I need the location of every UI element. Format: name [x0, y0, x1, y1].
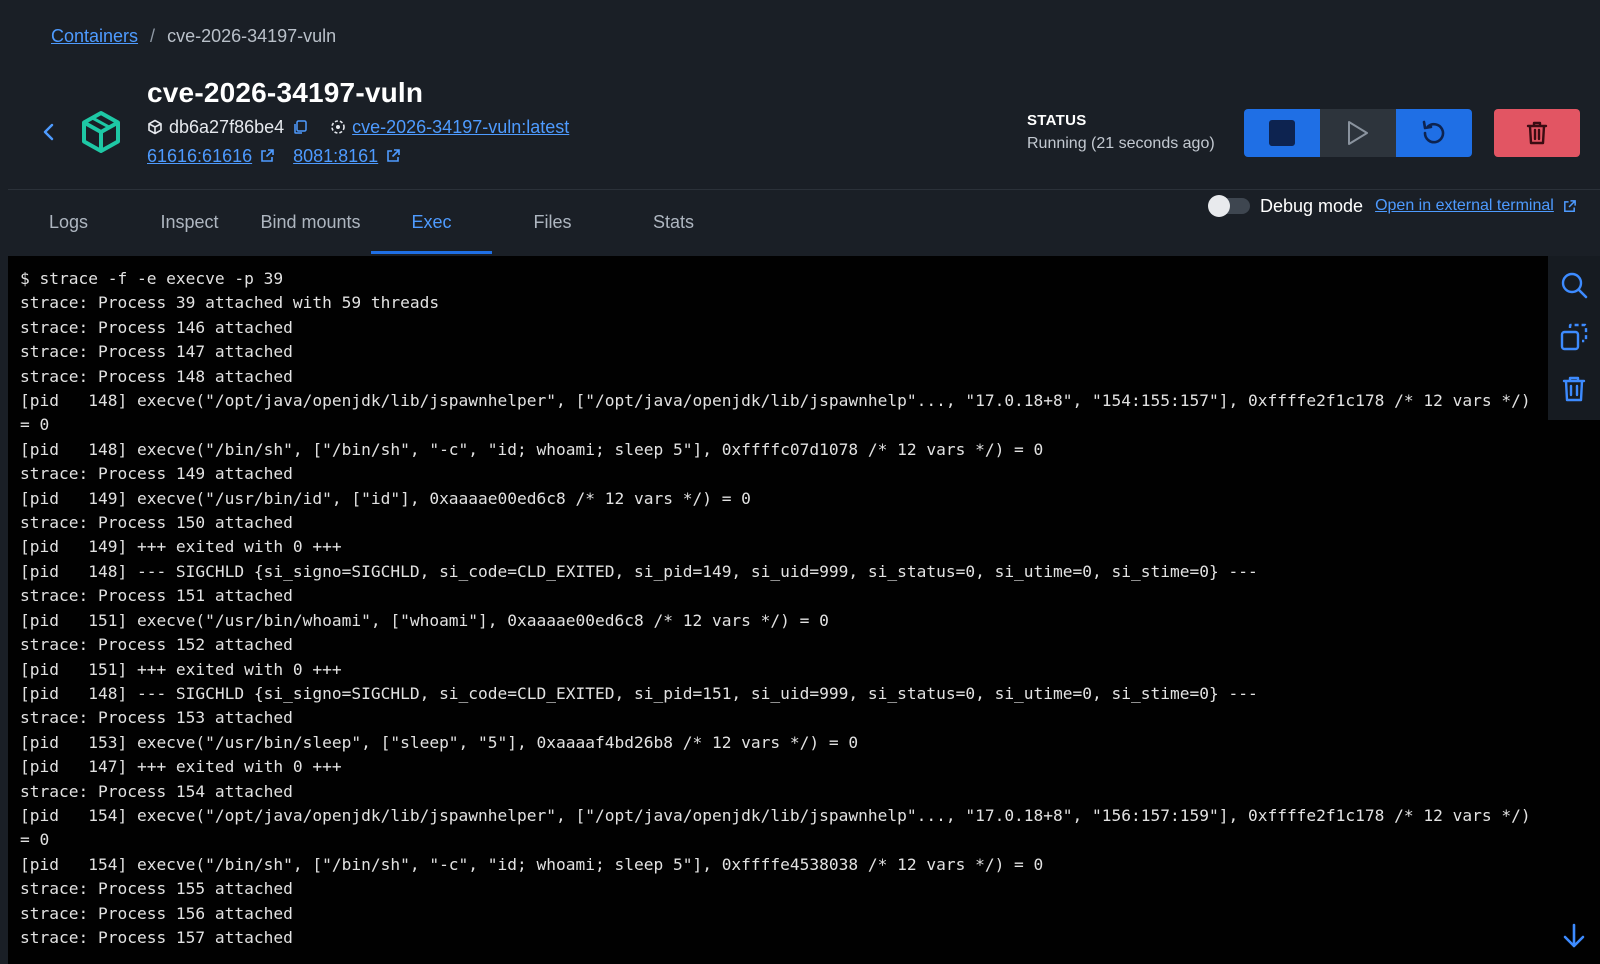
copy-id-icon[interactable] — [292, 119, 308, 135]
terminal-line: [pid 154] execve("/opt/java/openjdk/lib/… — [20, 805, 1541, 850]
back-chevron-icon[interactable] — [38, 120, 58, 144]
breadcrumb-separator: / — [150, 26, 156, 46]
port-link-8081[interactable]: 8081:8161 — [293, 146, 378, 167]
breadcrumb: Containers / cve-2026-34197-vuln — [51, 26, 336, 47]
container-actions — [1244, 109, 1472, 157]
breadcrumb-current: cve-2026-34197-vuln — [167, 26, 337, 46]
status-value: Running (21 seconds ago) — [1027, 135, 1215, 152]
arrow-down-icon — [1563, 923, 1585, 948]
status-block: STATUS Running (21 seconds ago) — [1027, 112, 1215, 153]
trash-icon — [1526, 121, 1548, 145]
external-link-icon[interactable] — [259, 148, 275, 164]
toggle-knob — [1208, 195, 1230, 217]
container-cube-icon — [79, 110, 123, 154]
start-button[interactable] — [1320, 109, 1396, 157]
terminal-line: [pid 148] --- SIGCHLD {si_signo=SIGCHLD,… — [20, 561, 1258, 581]
tab-exec[interactable]: Exec — [371, 190, 492, 254]
tab-inspect[interactable]: Inspect — [129, 190, 250, 254]
terminal-line: strace: Process 39 attached with 59 thre… — [20, 293, 440, 313]
terminal-line: $ strace -f -e execve -p 39 — [20, 269, 284, 288]
debug-mode-control: Debug mode Open in external terminal — [1208, 194, 1577, 218]
terminal-line: strace: Process 155 attached — [20, 879, 293, 899]
play-icon — [1348, 121, 1368, 145]
terminal-line: strace: Process 148 attached — [20, 366, 293, 386]
image-link[interactable]: cve-2026-34197-vuln:latest — [352, 117, 569, 138]
restart-icon — [1422, 120, 1445, 144]
terminal-line: [pid 151] +++ exited with 0 +++ — [20, 659, 342, 679]
terminal-line: [pid 148] execve("/bin/sh", ["/bin/sh", … — [20, 439, 1044, 459]
container-title: cve-2026-34197-vuln — [147, 77, 424, 108]
debug-mode-toggle[interactable] — [1208, 195, 1250, 217]
tab-bind-mounts[interactable]: Bind mounts — [250, 190, 371, 254]
terminal-line: strace: Process 151 attached — [20, 586, 293, 606]
terminal-output: $ strace -f -e execve -p 39 strace: Proce… — [20, 267, 1540, 950]
search-icon — [1561, 272, 1588, 299]
tab-logs[interactable]: Logs — [8, 190, 129, 254]
open-external-terminal-label: Open in external terminal — [1375, 197, 1554, 214]
terminal-line: strace: Process 150 attached — [20, 513, 293, 533]
terminal-line: [pid 149] execve("/usr/bin/id", ["id"], … — [20, 488, 751, 508]
open-external-terminal-link[interactable]: Open in external terminal — [1375, 197, 1577, 215]
container-meta-row: db6a27f86be4 cve-2026-34197-vuln:latest — [147, 115, 569, 139]
terminal-line: strace: Process 152 attached — [20, 635, 293, 655]
terminal-line: strace: Process 154 attached — [20, 781, 293, 801]
stop-button[interactable] — [1244, 109, 1320, 157]
terminal-line: strace: Process 157 attached — [20, 927, 293, 947]
scroll-to-bottom-button[interactable] — [1558, 920, 1590, 952]
container-id-cube-icon — [147, 119, 163, 135]
copy-icon — [1560, 323, 1588, 351]
terminal-line: [pid 153] execve("/usr/bin/sleep", ["sle… — [20, 732, 859, 752]
port-link-61616[interactable]: 61616:61616 — [147, 146, 252, 167]
tab-bar: Logs Inspect Bind mounts Exec Files Stat… — [8, 190, 734, 254]
app-window: Containers / cve-2026-34197-vuln cve-202… — [0, 0, 1600, 964]
terminal-line: [pid 148] execve("/opt/java/openjdk/lib/… — [20, 391, 1541, 435]
exec-terminal[interactable]: $ strace -f -e execve -p 39 strace: Proce… — [8, 256, 1600, 964]
external-link-icon — [1562, 199, 1577, 214]
trash-icon — [1562, 376, 1586, 402]
ports-row: 61616:61616 8081:8161 — [147, 144, 419, 168]
terminal-line: [pid 149] +++ exited with 0 +++ — [20, 537, 342, 557]
terminal-line: strace: Process 153 attached — [20, 708, 293, 728]
tab-stats[interactable]: Stats — [613, 190, 734, 254]
terminal-line: [pid 151] execve("/usr/bin/whoami", ["wh… — [20, 610, 829, 630]
status-label: STATUS — [1027, 112, 1087, 129]
terminal-copy-button[interactable] — [1554, 316, 1594, 358]
terminal-line: strace: Process 146 attached — [20, 317, 293, 337]
terminal-line: [pid 154] execve("/bin/sh", ["/bin/sh", … — [20, 854, 1044, 874]
container-id: db6a27f86be4 — [169, 116, 285, 137]
external-link-icon[interactable] — [385, 148, 401, 164]
terminal-line: [pid 148] --- SIGCHLD {si_signo=SIGCHLD,… — [20, 683, 1258, 703]
stop-icon — [1269, 120, 1295, 146]
terminal-line: strace: Process 149 attached — [20, 464, 293, 484]
image-icon — [330, 119, 346, 135]
terminal-line: [pid 147] +++ exited with 0 +++ — [20, 757, 342, 777]
terminal-line: strace: Process 147 attached — [20, 342, 293, 362]
restart-button[interactable] — [1396, 109, 1472, 157]
terminal-search-button[interactable] — [1554, 264, 1594, 306]
breadcrumb-containers-link[interactable]: Containers — [51, 26, 138, 47]
debug-mode-label: Debug mode — [1260, 195, 1364, 216]
terminal-line: strace: Process 156 attached — [20, 903, 293, 923]
tab-files[interactable]: Files — [492, 190, 613, 254]
terminal-clear-button[interactable] — [1554, 368, 1594, 410]
delete-button[interactable] — [1494, 109, 1580, 157]
terminal-toolbar — [1548, 256, 1600, 420]
